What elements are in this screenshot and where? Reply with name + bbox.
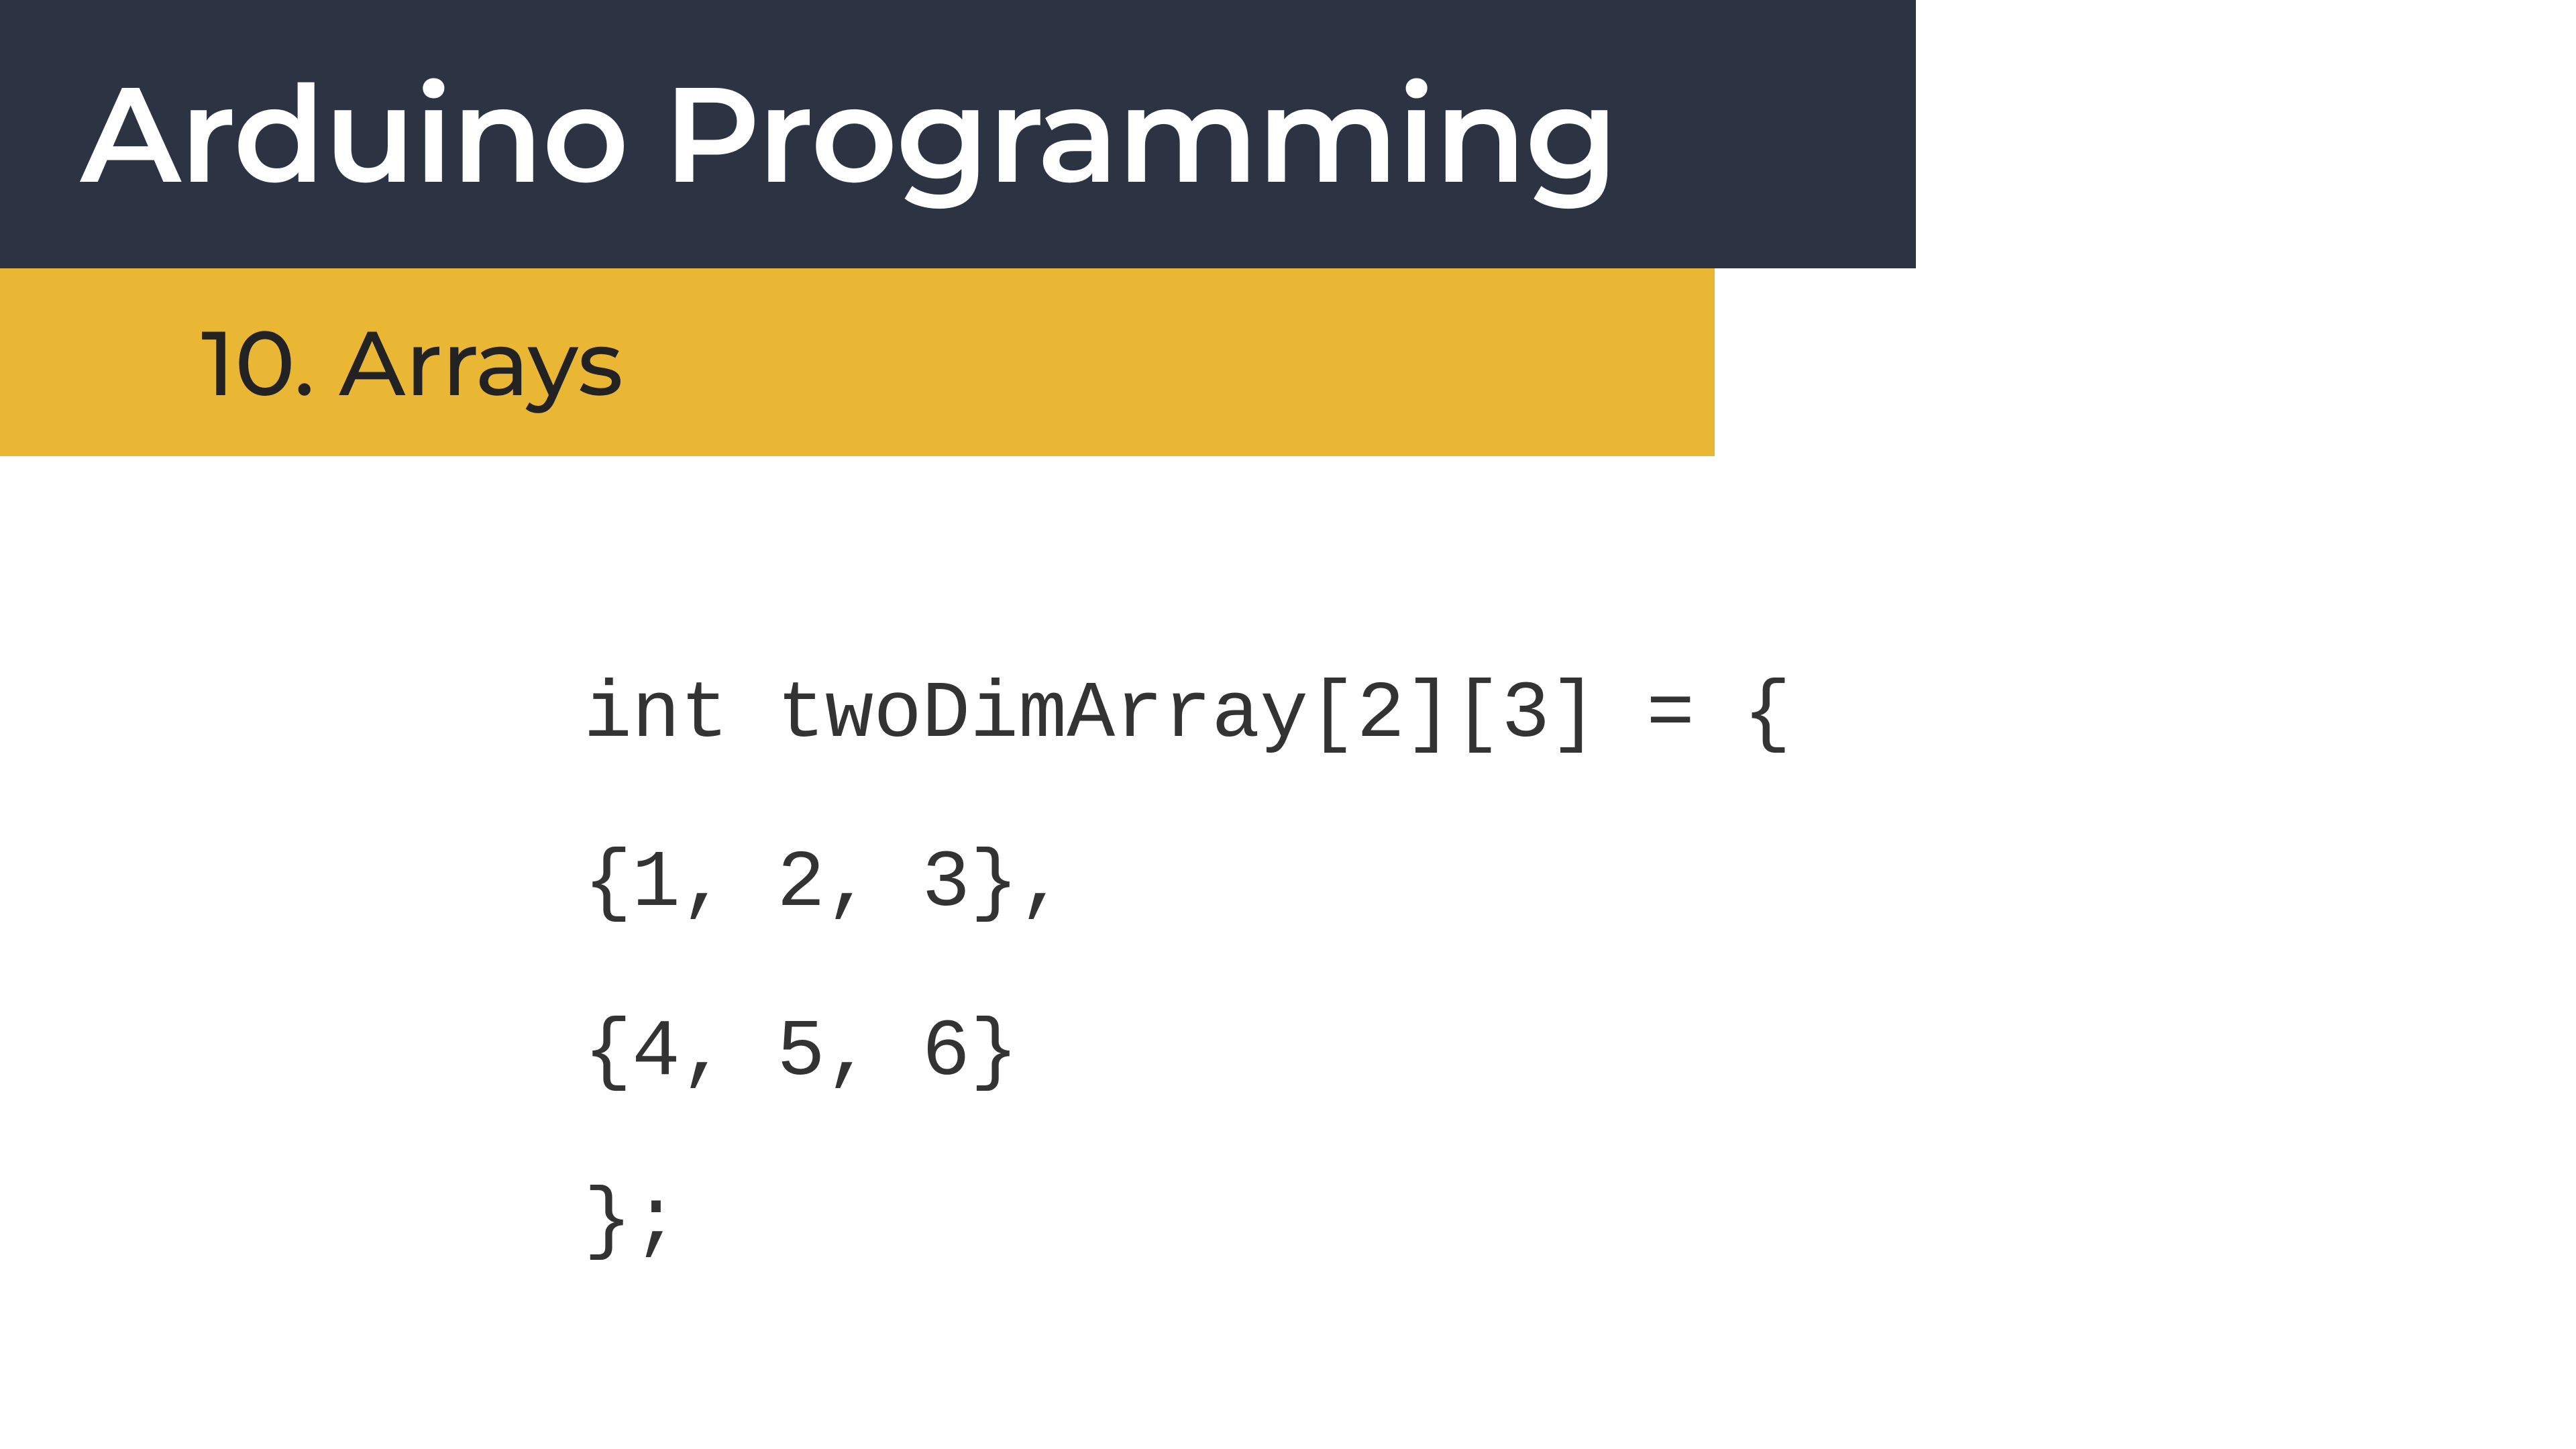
code-line: {4, 5, 6}	[584, 1008, 1018, 1099]
code-line: {1, 2, 3},	[584, 839, 1067, 930]
header-bar: Arduino Programming	[0, 0, 1916, 268]
page-title: Arduino Programming	[80, 52, 1617, 216]
code-line: };	[584, 1177, 680, 1268]
code-block: int twoDimArray[2][3] = { {1, 2, 3}, {4,…	[584, 631, 1791, 1307]
code-line: int twoDimArray[2][3] = {	[584, 669, 1791, 761]
section-title: 10. Arrays	[201, 307, 623, 418]
subheader-bar: 10. Arrays	[0, 268, 1715, 456]
